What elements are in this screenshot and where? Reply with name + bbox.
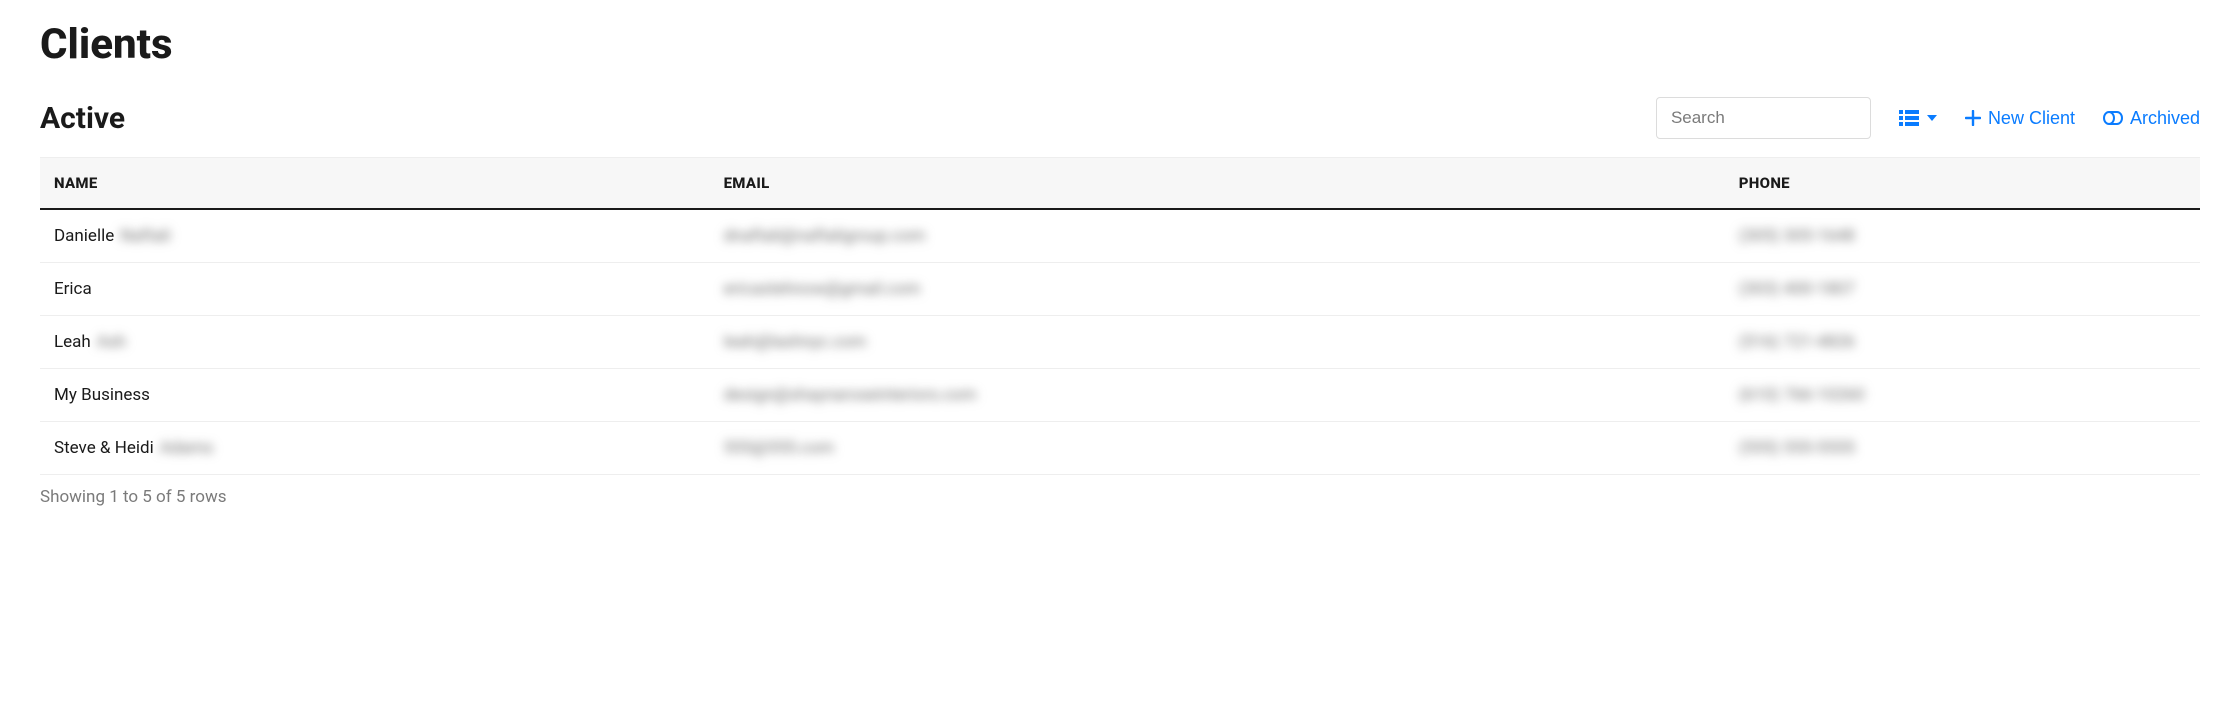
- table-row[interactable]: Steve & Heidi Adams 555@555.com (555) 55…: [40, 422, 2200, 475]
- archive-icon: [2103, 111, 2123, 125]
- name-visible: Danielle: [54, 226, 114, 246]
- name-visible: My Business: [54, 385, 150, 405]
- list-view-icon: [1899, 110, 1919, 126]
- cell-phone: (555) 555-5555: [1725, 422, 2200, 475]
- new-client-button[interactable]: New Client: [1965, 108, 2075, 129]
- cell-email: 555@555.com: [710, 422, 1725, 475]
- cell-name: Steve & Heidi Adams: [40, 422, 710, 475]
- cell-phone: (305) 305-1648: [1725, 209, 2200, 263]
- cell-email: ericastehnow@gmail.com: [710, 263, 1725, 316]
- cell-email: design@shaynaroseinteriors.com: [710, 369, 1725, 422]
- cell-email: leah@lashnyc.com: [710, 316, 1725, 369]
- table-footer: Showing 1 to 5 of 5 rows: [40, 487, 2200, 507]
- cell-phone: (303) 400-1807: [1725, 263, 2200, 316]
- column-header-email[interactable]: EMAIL: [710, 158, 1725, 210]
- name-blurred: Naftali: [120, 226, 170, 246]
- toolbar: Active New Client Archive: [40, 97, 2200, 139]
- table-row[interactable]: Leah Ash leah@lashnyc.com (516) 721-4826: [40, 316, 2200, 369]
- name-visible: Leah: [54, 332, 91, 352]
- chevron-down-icon: [1927, 115, 1937, 121]
- name-visible: Steve & Heidi: [54, 438, 154, 458]
- name-blurred: Adams: [160, 438, 214, 458]
- cell-phone: (516) 721-4826: [1725, 316, 2200, 369]
- table-header-row: NAME EMAIL PHONE: [40, 158, 2200, 210]
- page-title: Clients: [40, 20, 2200, 69]
- table-row[interactable]: Erica ericastehnow@gmail.com (303) 400-1…: [40, 263, 2200, 316]
- cell-name: Danielle Naftali: [40, 209, 710, 263]
- cell-phone: (610) 766-10260: [1725, 369, 2200, 422]
- name-visible: Erica: [54, 279, 92, 299]
- archived-label: Archived: [2130, 108, 2200, 129]
- column-header-name[interactable]: NAME: [40, 158, 710, 210]
- column-header-phone[interactable]: PHONE: [1725, 158, 2200, 210]
- name-blurred: Ash: [97, 332, 126, 352]
- view-toggle-button[interactable]: [1899, 110, 1937, 126]
- plus-icon: [1965, 110, 1981, 126]
- archived-button[interactable]: Archived: [2103, 108, 2200, 129]
- cell-name: Erica: [40, 263, 710, 316]
- cell-name: My Business: [40, 369, 710, 422]
- section-title: Active: [40, 101, 125, 136]
- table-row[interactable]: My Business design@shaynaroseinteriors.c…: [40, 369, 2200, 422]
- new-client-label: New Client: [1988, 108, 2075, 129]
- cell-name: Leah Ash: [40, 316, 710, 369]
- cell-email: dnaftali@naftaligroup.com: [710, 209, 1725, 263]
- clients-table: NAME EMAIL PHONE Danielle Naftali dnafta…: [40, 157, 2200, 475]
- search-input[interactable]: [1656, 97, 1871, 139]
- toolbar-actions: New Client Archived: [1656, 97, 2200, 139]
- table-row[interactable]: Danielle Naftali dnaftali@naftaligroup.c…: [40, 209, 2200, 263]
